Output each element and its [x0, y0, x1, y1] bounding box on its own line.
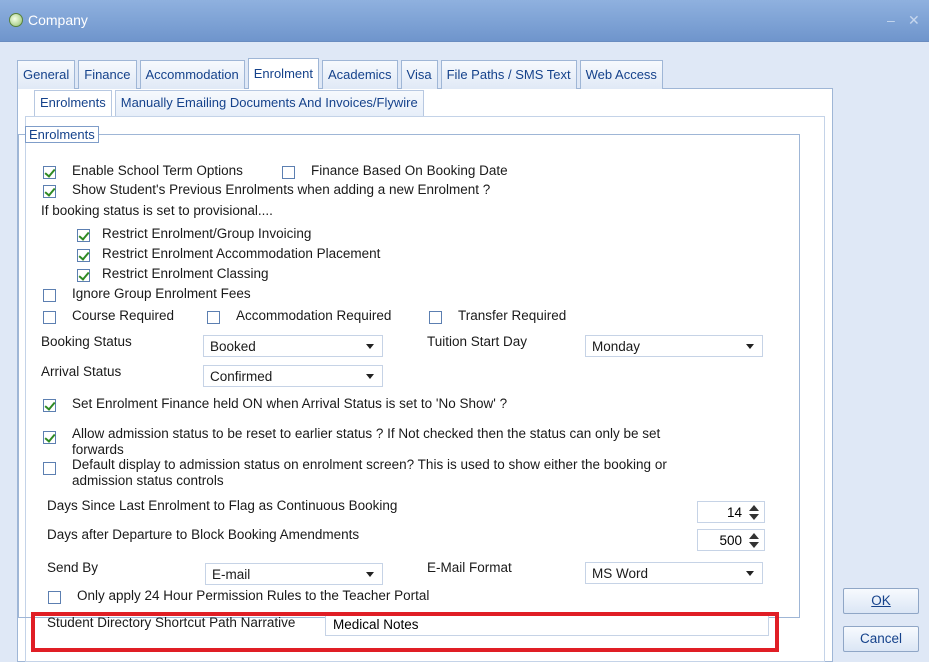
provisional-heading: If booking status is set to provisional.…	[41, 203, 273, 218]
chevron-down-icon[interactable]	[358, 564, 382, 584]
ok-button[interactable]: OK	[843, 588, 919, 614]
tuition-start-label: Tuition Start Day	[427, 334, 528, 349]
email-format-select[interactable]: MS Word	[585, 562, 763, 584]
minimize-icon[interactable]: –	[887, 12, 895, 28]
enable-school-term-label: Enable School Term Options	[72, 163, 243, 178]
chevron-down-icon[interactable]	[738, 336, 762, 356]
tab-finance[interactable]: Finance	[78, 60, 137, 89]
email-format-label: E-Mail Format	[427, 560, 512, 575]
accommodation-required-checkbox[interactable]	[207, 311, 220, 324]
days-after-value: 500	[719, 533, 742, 548]
set-finance-held-checkbox[interactable]	[43, 399, 56, 412]
main-tabs: General Finance Accommodation Enrolment …	[17, 58, 666, 89]
booking-status-value: Booked	[210, 339, 256, 354]
arrival-status-value: Confirmed	[210, 369, 273, 384]
group-title: Enrolments	[25, 126, 99, 143]
transfer-required-label: Transfer Required	[458, 308, 567, 323]
spin-up-icon[interactable]	[749, 533, 759, 539]
days-since-label: Days Since Last Enrolment to Flag as Con…	[47, 498, 398, 513]
restrict-classing-label: Restrict Enrolment Classing	[102, 266, 269, 281]
booking-status-label: Booking Status	[41, 334, 132, 349]
enable-school-term-checkbox[interactable]	[43, 166, 56, 179]
cancel-button[interactable]: Cancel	[843, 626, 919, 652]
allow-admission-reset-label: Allow admission status to be reset to ea…	[72, 426, 661, 441]
app-icon	[9, 13, 23, 27]
sub-tabs: Enrolments Manually Emailing Documents A…	[34, 90, 427, 116]
days-after-spinner[interactable]: 500	[697, 529, 765, 551]
chevron-down-icon[interactable]	[738, 563, 762, 583]
tab-academics[interactable]: Academics	[321, 60, 398, 89]
send-by-select[interactable]: E-mail	[205, 563, 383, 585]
window-title: Company	[28, 12, 88, 28]
restrict-invoicing-checkbox[interactable]	[77, 229, 90, 242]
finance-booking-date-checkbox[interactable]	[282, 166, 295, 179]
subtab-manually-emailing[interactable]: Manually Emailing Documents And Invoices…	[114, 90, 424, 116]
cancel-button-label: Cancel	[859, 631, 903, 646]
window-content: General Finance Accommodation Enrolment …	[0, 42, 929, 662]
restrict-classing-checkbox[interactable]	[77, 269, 90, 282]
finance-booking-date-label: Finance Based On Booking Date	[311, 163, 508, 178]
tuition-start-select[interactable]: Monday	[585, 335, 763, 357]
show-previous-enrolments-checkbox[interactable]	[43, 185, 56, 198]
tab-visa[interactable]: Visa	[400, 60, 438, 89]
arrival-status-label: Arrival Status	[41, 364, 122, 379]
restrict-invoicing-label: Restrict Enrolment/Group Invoicing	[102, 226, 312, 241]
ok-button-label: OK	[871, 593, 891, 608]
tuition-start-value: Monday	[592, 339, 641, 354]
tab-enrolment[interactable]: Enrolment	[247, 58, 319, 89]
title-bar[interactable]: Company – ✕	[0, 0, 929, 42]
booking-status-select[interactable]: Booked	[203, 335, 383, 357]
days-since-spinner[interactable]: 14	[697, 501, 765, 523]
tab-accommodation[interactable]: Accommodation	[139, 60, 245, 89]
days-since-value: 14	[726, 505, 742, 520]
tab-web-access[interactable]: Web Access	[579, 60, 663, 89]
company-window: Company – ✕ General Finance Accommodatio…	[0, 0, 929, 662]
email-format-value: MS Word	[592, 566, 649, 581]
send-by-value: E-mail	[212, 567, 251, 582]
spin-up-icon[interactable]	[749, 505, 759, 511]
allow-admission-reset-checkbox[interactable]	[43, 431, 56, 444]
highlight-box	[31, 612, 779, 652]
restrict-accommodation-checkbox[interactable]	[77, 249, 90, 262]
only-apply-24-label: Only apply 24 Hour Permission Rules to t…	[77, 588, 430, 603]
spin-down-icon[interactable]	[749, 542, 759, 548]
transfer-required-checkbox[interactable]	[429, 311, 442, 324]
default-display-admission-label-2: admission status controls	[72, 473, 224, 488]
restrict-accommodation-label: Restrict Enrolment Accommodation Placeme…	[102, 246, 381, 261]
tab-file-paths-sms[interactable]: File Paths / SMS Text	[440, 60, 577, 89]
default-display-admission-checkbox[interactable]	[43, 462, 56, 475]
ignore-group-fees-label: Ignore Group Enrolment Fees	[72, 286, 251, 301]
show-previous-enrolments-label: Show Student's Previous Enrolments when …	[72, 182, 491, 197]
allow-admission-reset-label-2: forwards	[72, 442, 124, 457]
only-apply-24-checkbox[interactable]	[48, 591, 61, 604]
arrival-status-select[interactable]: Confirmed	[203, 365, 383, 387]
set-finance-held-label: Set Enrolment Finance held ON when Arriv…	[72, 396, 508, 411]
ignore-group-fees-checkbox[interactable]	[43, 289, 56, 302]
course-required-checkbox[interactable]	[43, 311, 56, 324]
chevron-down-icon[interactable]	[358, 336, 382, 356]
course-required-label: Course Required	[72, 308, 175, 323]
days-after-label: Days after Departure to Block Booking Am…	[47, 527, 360, 542]
send-by-label: Send By	[47, 560, 99, 575]
subtab-enrolments[interactable]: Enrolments	[34, 90, 112, 116]
tab-general[interactable]: General	[17, 60, 76, 89]
close-icon[interactable]: ✕	[908, 12, 920, 29]
accommodation-required-label: Accommodation Required	[236, 308, 392, 323]
default-display-admission-label: Default display to admission status on e…	[72, 457, 667, 472]
spin-down-icon[interactable]	[749, 514, 759, 520]
chevron-down-icon[interactable]	[358, 366, 382, 386]
